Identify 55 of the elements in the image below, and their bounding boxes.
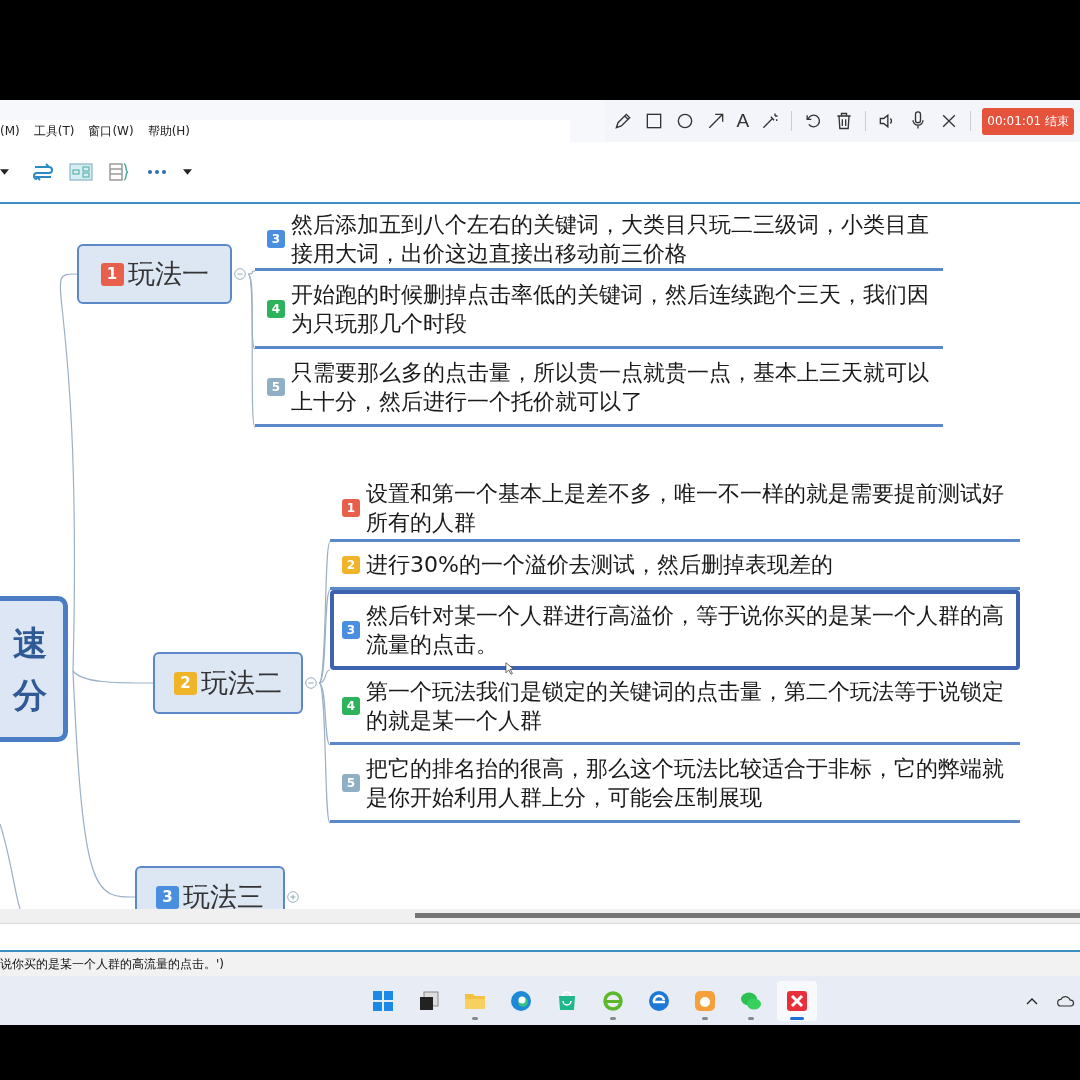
caret-icon[interactable] bbox=[0, 169, 9, 175]
stop-recording-button[interactable]: 00:01:01 结束 bbox=[982, 107, 1074, 135]
subtopic-node[interactable]: 4 第一个玩法我们是锁定的关键词的点击量，第二个玩法等于说锁定的就是某一个人群 bbox=[330, 670, 1020, 745]
subtopic-text: 然后添加五到八个左右的关键词，大类目只玩二三级词，小类目直接用大词，出价这边直接出移动前三价格 bbox=[291, 210, 930, 268]
subtopic-node[interactable]: 4 开始跑的时候删掉点击率低的关键词，然后连续跑个三天，我们因为只玩那几个时段 bbox=[255, 271, 943, 349]
subtopic-text: 开始跑的时候删掉点击率低的关键词，然后连续跑个三天，我们因为只玩那几个时段 bbox=[291, 280, 930, 338]
caret-icon[interactable] bbox=[183, 169, 192, 175]
subtopic-text: 然后针对某一个人群进行高溢价，等于说你买的是某一个人群的高流量的点击。 bbox=[366, 602, 1005, 659]
topic-title: 玩法二 bbox=[201, 666, 282, 700]
priority-badge: 4 bbox=[267, 299, 285, 318]
priority-badge: 4 bbox=[342, 697, 360, 715]
edge2-icon[interactable] bbox=[647, 988, 671, 1013]
outline-icon[interactable] bbox=[107, 160, 131, 184]
priority-badge: 1 bbox=[342, 499, 360, 517]
windows-icon[interactable] bbox=[371, 988, 395, 1013]
text-tool-button[interactable]: A bbox=[736, 111, 750, 131]
subtopic-node[interactable]: 2 进行30%的一个溢价去测试，然后删掉表现差的 bbox=[330, 542, 1020, 590]
central-topic[interactable]: 速 分 bbox=[0, 596, 68, 742]
priority-badge: 3 bbox=[267, 229, 285, 248]
priority-badge: 3 bbox=[342, 621, 360, 639]
priority-badge: 2 bbox=[342, 555, 360, 574]
topic-title: 玩法一 bbox=[127, 257, 209, 291]
menu-item[interactable]: 窗口(W) bbox=[88, 122, 134, 140]
subtopic-node[interactable]: 3 然后针对某一个人群进行高溢价，等于说你买的是某一个人群的高流量的点击。 bbox=[330, 590, 1020, 670]
menu-item[interactable]: 工具(T) bbox=[33, 122, 75, 140]
wand-icon[interactable] bbox=[760, 111, 781, 131]
topic-node[interactable]: 3 玩法三 bbox=[135, 866, 285, 909]
status-text: 说你买的是某一个人群的高流量的点击。') bbox=[0, 955, 224, 973]
xmind-icon[interactable] bbox=[785, 988, 809, 1013]
chevron-up-icon[interactable] bbox=[1026, 996, 1038, 1005]
subtopic-text: 把它的排名抬的很高，那么这个玩法比较适合于非标，它的弊端就是你开始利用人群上分，可能会压制展现 bbox=[366, 754, 1005, 812]
subtopic-node[interactable]: 3 然后添加五到八个左右的关键词，大类目只玩二三级词，小类目直接用大词，出价这边直接出移动前三价格 bbox=[255, 209, 943, 271]
priority-badge: 2 bbox=[174, 671, 197, 695]
topic-node[interactable]: 2 玩法二 bbox=[153, 652, 303, 714]
topic-title: 玩法三 bbox=[183, 880, 264, 909]
subtopic-node[interactable]: 5 只需要那么多的点击量，所以贵一点就贵一点，基本上三天就可以上十分，然后进行一个托价就可以了 bbox=[255, 349, 943, 427]
edge-icon[interactable] bbox=[509, 988, 533, 1013]
subtopic-text: 第一个玩法我们是锁定的关键词的点击量，第二个玩法等于说锁定的就是某一个人群 bbox=[366, 678, 1005, 735]
menu-item[interactable]: (M) bbox=[0, 124, 20, 138]
topic-node[interactable]: 1 玩法一 bbox=[77, 244, 232, 304]
subtopic-text: 设置和第一个基本上是差不多，唯一不一样的就是需要提前测试好所有的人群 bbox=[366, 480, 1005, 537]
subtopic-node[interactable]: 5 把它的排名抬的很高，那么这个玩法比较适合于非标，它的弊端就是你开始利用人群上分，可能会压制展现 bbox=[330, 745, 1020, 823]
mouse-cursor-icon bbox=[505, 662, 514, 675]
priority-badge: 3 bbox=[156, 885, 179, 909]
priority-badge: 1 bbox=[100, 262, 124, 286]
pencil-icon[interactable] bbox=[612, 111, 633, 131]
menu-item[interactable]: 帮助(H) bbox=[147, 122, 191, 140]
priority-badge: 5 bbox=[342, 773, 360, 792]
subtopic-text: 进行30%的一个溢价去测试，然后删掉表现差的 bbox=[366, 551, 834, 579]
taskview-icon[interactable] bbox=[417, 988, 441, 1013]
priority-badge: 5 bbox=[267, 377, 285, 396]
horizontal-scrollbar[interactable] bbox=[415, 913, 1080, 918]
cloud-icon[interactable] bbox=[1056, 993, 1076, 1008]
subtopic-text: 只需要那么多的点击量，所以贵一点就贵一点，基本上三天就可以上十分，然后进行一个托价就可以了 bbox=[291, 358, 930, 416]
subtopic-node[interactable]: 1 设置和第一个基本上是差不多，唯一不一样的就是需要提前测试好所有的人群 bbox=[330, 477, 1020, 542]
